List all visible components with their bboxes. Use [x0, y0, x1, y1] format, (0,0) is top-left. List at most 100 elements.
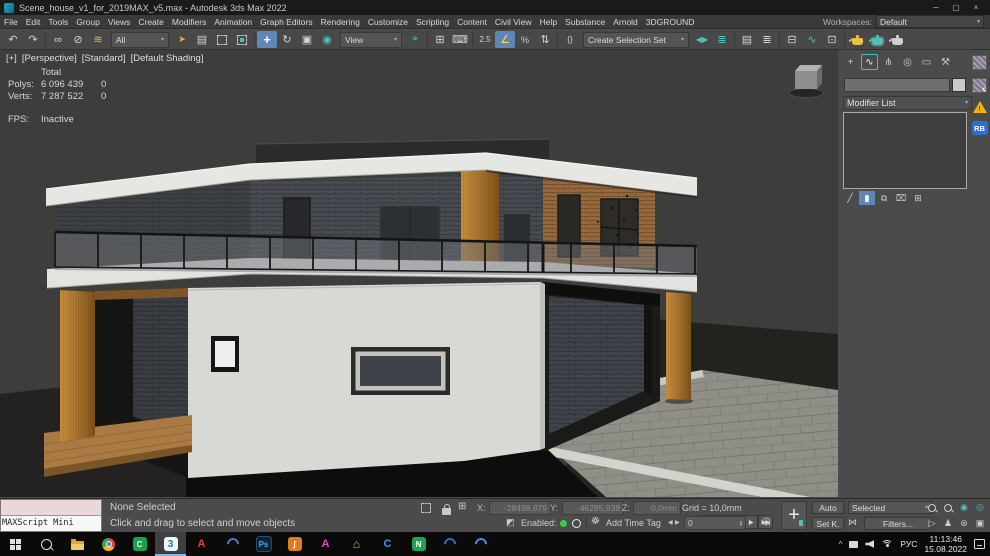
record-toggle-icon[interactable]	[572, 519, 581, 528]
menu-arnold[interactable]: Arnold	[609, 15, 642, 29]
select-by-name-icon[interactable]: ▤	[192, 31, 212, 48]
auto-key-button[interactable]: Auto	[812, 501, 844, 514]
menu-group[interactable]: Group	[72, 15, 104, 29]
set-keys-button[interactable]: +	[781, 501, 807, 530]
menu-content[interactable]: Content	[453, 15, 491, 29]
snaps-toggle-button[interactable]: 2.5	[475, 31, 495, 48]
menu-create[interactable]: Create	[134, 15, 168, 29]
pin-stack-button[interactable]: ╱	[842, 191, 858, 205]
workspaces-dropdown[interactable]: Default ▾	[876, 15, 984, 28]
menu-scripting[interactable]: Scripting	[412, 15, 453, 29]
layer-explorer-button[interactable]: ▤	[737, 31, 757, 48]
reference-coordinate-dropdown[interactable]: View ▾	[340, 32, 402, 48]
rb-badge[interactable]: RB	[972, 121, 988, 135]
selection-filter-dropdown[interactable]: All ▾	[111, 32, 169, 48]
tab-modify[interactable]: ∿	[861, 54, 878, 70]
menu-graph-editors[interactable]: Graph Editors	[256, 15, 316, 29]
tray-expand-caret[interactable]: ^	[839, 540, 843, 549]
zoom-extents-icon[interactable]: ◉	[956, 500, 972, 515]
key-filters-icon[interactable]: ⋈	[848, 517, 857, 528]
transform-typein-icon[interactable]: ⊞	[458, 501, 466, 512]
spinner-snap-button[interactable]: ⇅	[535, 31, 555, 48]
field-of-view-icon[interactable]: ▷	[924, 516, 940, 531]
align-button[interactable]: ≣	[712, 31, 732, 48]
ribbon-toggle-button[interactable]: ⊟	[782, 31, 802, 48]
window-crossing-icon[interactable]	[232, 31, 252, 48]
viewport-render-level-menu[interactable]: [Standard]	[82, 53, 126, 64]
close-button[interactable]: ×	[966, 0, 986, 15]
use-pivot-center-button[interactable]: ⌖	[405, 31, 425, 48]
viewport-pov-menu[interactable]: [Perspective]	[22, 53, 77, 64]
texture-icon[interactable]	[972, 55, 987, 70]
key-clock-icon[interactable]: ◷	[762, 516, 771, 527]
select-scale-button[interactable]: ▣	[297, 31, 317, 48]
viewport-3d-scene[interactable]	[0, 50, 838, 497]
minimize-button[interactable]: ─	[926, 0, 946, 15]
keyboard-override-button[interactable]: ⌨	[450, 31, 470, 48]
select-object-icon[interactable]: ➤	[172, 31, 192, 48]
viewport-shading-menu[interactable]: [Default Shading]	[131, 53, 204, 64]
select-rotate-button[interactable]: ↻	[277, 31, 297, 48]
select-manipulate-button[interactable]: ⊞	[430, 31, 450, 48]
make-unique-button[interactable]: ⧉	[876, 191, 892, 205]
menu-views[interactable]: Views	[104, 15, 135, 29]
zoom-icon[interactable]	[924, 500, 940, 515]
network-icon[interactable]	[881, 540, 893, 549]
taskbar-clock[interactable]: 11:13:46 15.08.2022	[924, 534, 967, 554]
render-production-button[interactable]	[887, 31, 907, 48]
adaptive-degradation-icon[interactable]: ◩	[506, 517, 515, 528]
taskbar-arc-app-3[interactable]	[465, 532, 496, 556]
object-name-field[interactable]	[844, 78, 950, 92]
tab-utilities[interactable]: ⚒	[937, 54, 954, 70]
add-time-tag[interactable]: Add Time Tag	[606, 518, 661, 528]
mirror-button[interactable]: ◀▶	[692, 31, 712, 48]
zoom-all-icon[interactable]	[940, 500, 956, 515]
x-coordinate-field[interactable]: -28498,979	[489, 501, 551, 515]
perspective-viewport[interactable]: [+] [Perspective] [Standard] [Default Sh…	[0, 50, 838, 497]
select-move-button[interactable]: +	[257, 31, 277, 48]
steering-wheel-icon[interactable]: ☸	[591, 516, 600, 527]
taskbar-camtasia[interactable]: C	[124, 532, 155, 556]
y-coordinate-field[interactable]: -46285,938	[562, 501, 624, 515]
selection-lock-toggle[interactable]	[442, 508, 451, 515]
taskbar-autocad[interactable]: A	[186, 532, 217, 556]
select-place-button[interactable]: ◉	[317, 31, 337, 48]
taskbar-chrome[interactable]	[93, 532, 124, 556]
walk-through-icon[interactable]: ♟	[940, 516, 956, 531]
redo-button[interactable]: ↷	[23, 31, 43, 48]
maxscript-mini-listener[interactable]: MAXScript Mini	[0, 499, 102, 532]
menu-3dground[interactable]: 3DGROUND	[642, 15, 699, 29]
maxscript-macro-pane[interactable]	[1, 500, 101, 516]
render-setup-button[interactable]	[847, 31, 867, 48]
modifier-stack[interactable]	[843, 112, 967, 189]
taskbar-arc-app-2[interactable]	[434, 532, 465, 556]
viewport-general-menu[interactable]: [+]	[6, 53, 17, 64]
start-button[interactable]	[0, 532, 31, 556]
taskbar-home-app[interactable]: ⌂	[341, 532, 372, 556]
bind-spacewarp-icon[interactable]: ≋	[88, 31, 108, 48]
rendered-frame-window-button[interactable]	[867, 31, 887, 48]
tab-hierarchy[interactable]: ⋔	[880, 54, 897, 70]
taskbar-render-app[interactable]: ʃ	[279, 532, 310, 556]
schematic-view-button[interactable]: ⊡	[822, 31, 842, 48]
taskbar-design-app[interactable]: A	[310, 532, 341, 556]
isolate-selection-toggle[interactable]	[421, 503, 431, 516]
curve-editor-button[interactable]: ∿	[802, 31, 822, 48]
taskbar-n-app[interactable]: N	[403, 532, 434, 556]
action-center-icon[interactable]	[974, 539, 985, 549]
orbit-icon[interactable]: ⊛	[956, 516, 972, 531]
zoom-extents-all-icon[interactable]: ◎	[972, 500, 988, 515]
undo-button[interactable]: ↶	[3, 31, 23, 48]
menu-civil-view[interactable]: Civil View	[491, 15, 536, 29]
maximize-viewport-icon[interactable]: ▣	[972, 516, 988, 531]
remove-modifier-button[interactable]: ⌧	[893, 191, 909, 205]
menu-file[interactable]: File	[0, 15, 22, 29]
rect-selection-region-icon[interactable]	[212, 31, 232, 48]
taskbar-photoshop[interactable]: Ps	[248, 532, 279, 556]
frame-back-icon[interactable]: ◀	[668, 519, 673, 526]
selected-set-dropdown[interactable]: Selected ▾	[848, 501, 932, 514]
menu-customize[interactable]: Customize	[364, 15, 412, 29]
tab-create[interactable]: +	[842, 54, 859, 70]
select-link-icon[interactable]: ∞	[48, 31, 68, 48]
taskbar-search-button[interactable]	[31, 532, 62, 556]
